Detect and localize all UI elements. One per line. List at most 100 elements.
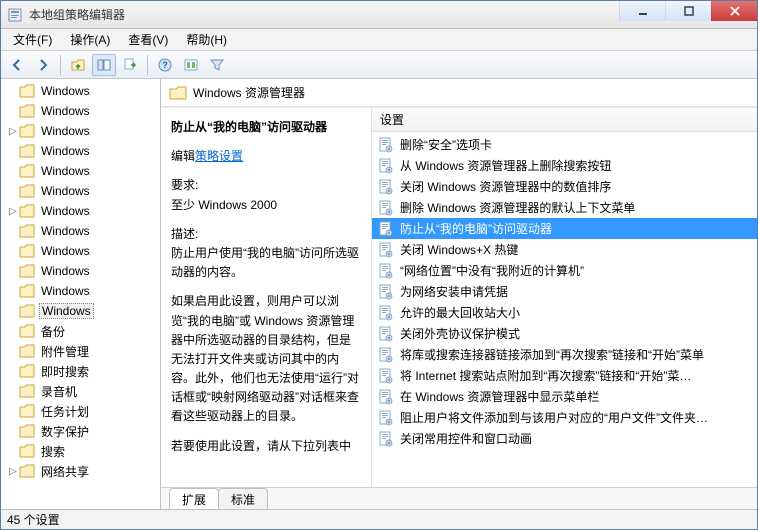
list-item[interactable]: 关闭 Windows+X 热键	[372, 239, 757, 260]
menu-file[interactable]: 文件(F)	[5, 29, 60, 50]
list-item-label: “网络位置”中没有“我附近的计算机”	[400, 262, 584, 279]
back-button[interactable]	[5, 54, 29, 76]
tree-item[interactable]: 备份	[1, 321, 161, 341]
tree-item[interactable]: 搜索	[1, 441, 161, 461]
show-tree-button[interactable]	[92, 54, 116, 76]
horizontal-scrollbar[interactable]	[372, 471, 757, 487]
menu-help[interactable]: 帮助(H)	[178, 29, 235, 50]
list-item[interactable]: 从 Windows 资源管理器上删除搜索按钮	[372, 155, 757, 176]
description-text: 防止用户使用“我的电脑”访问所选驱动器的内容。	[171, 244, 361, 282]
policy-icon	[378, 221, 394, 237]
folder-icon	[19, 124, 35, 138]
tree-item[interactable]: Windows	[1, 181, 161, 201]
tree-item[interactable]: Windows	[1, 81, 161, 101]
tree-item[interactable]: ▷网络共享	[1, 461, 161, 481]
list-item[interactable]: 关闭外壳协议保护模式	[372, 323, 757, 344]
tree-item[interactable]: Windows	[1, 281, 161, 301]
list-item[interactable]: 将 Internet 搜索站点附加到“再次搜索”链接和“开始”菜…	[372, 365, 757, 386]
tree-item-label: 数字保护	[39, 423, 91, 440]
tree-item-label: Windows	[39, 244, 92, 258]
tree-item[interactable]: 数字保护	[1, 421, 161, 441]
tab-extended[interactable]: 扩展	[169, 488, 219, 509]
folder-icon	[19, 324, 35, 338]
policy-icon	[378, 431, 394, 447]
tree-item[interactable]: Windows	[1, 241, 161, 261]
minimize-button[interactable]	[619, 1, 665, 21]
settings-list: 设置 删除“安全”选项卡从 Windows 资源管理器上删除搜索按钮关闭 Win…	[371, 108, 757, 487]
tree-item-label: Windows	[39, 224, 92, 238]
edit-link-row: 编辑策略设置	[171, 147, 361, 166]
list-item[interactable]: 允许的最大回收站大小	[372, 302, 757, 323]
folder-icon	[19, 384, 35, 398]
tree-item[interactable]: ▷Windows	[1, 121, 161, 141]
tree-item[interactable]: 即时搜索	[1, 361, 161, 381]
list-item-label: 关闭常用控件和窗口动画	[400, 430, 532, 447]
folder-icon	[19, 444, 35, 458]
tree-item[interactable]: Windows	[1, 141, 161, 161]
edit-policy-link[interactable]: 策略设置	[195, 149, 243, 163]
list-item[interactable]: 防止从“我的电脑”访问驱动器	[372, 218, 757, 239]
folder-icon	[19, 344, 35, 358]
list-item[interactable]: 删除 Windows 资源管理器的默认上下文菜单	[372, 197, 757, 218]
tree-item-label: 录音机	[39, 383, 79, 400]
policy-icon	[378, 263, 394, 279]
list-item[interactable]: 在 Windows 资源管理器中显示菜单栏	[372, 386, 757, 407]
folder-icon	[19, 464, 35, 478]
split-view: 防止从“我的电脑”访问驱动器 编辑策略设置 要求: 至少 Windows 200…	[161, 107, 757, 487]
tree-item[interactable]: 任务计划	[1, 401, 161, 421]
expand-icon[interactable]: ▷	[7, 206, 19, 217]
export-button[interactable]	[118, 54, 142, 76]
policy-icon	[378, 137, 394, 153]
expand-icon[interactable]: ▷	[7, 126, 19, 137]
folder-icon	[19, 244, 35, 258]
menu-action[interactable]: 操作(A)	[62, 29, 118, 50]
tree-item-label: 搜索	[39, 443, 67, 460]
options-button[interactable]	[179, 54, 203, 76]
description-text-3: 若要使用此设置，请从下拉列表中	[171, 437, 361, 456]
close-button[interactable]	[711, 1, 757, 21]
toolbar-separator	[147, 55, 148, 75]
forward-button[interactable]	[31, 54, 55, 76]
tree-item[interactable]: ▷Windows	[1, 201, 161, 221]
maximize-button[interactable]	[665, 1, 711, 21]
tree-item[interactable]: 附件管理	[1, 341, 161, 361]
tree-pane[interactable]: WindowsWindows▷WindowsWindowsWindowsWind…	[1, 79, 161, 509]
tree-item[interactable]: Windows	[1, 221, 161, 241]
list-item[interactable]: 关闭常用控件和窗口动画	[372, 428, 757, 449]
tab-standard[interactable]: 标准	[218, 488, 268, 509]
list-item[interactable]: “网络位置”中没有“我附近的计算机”	[372, 260, 757, 281]
list-item-label: 阻止用户将文件添加到与该用户对应的“用户文件”文件夹…	[400, 409, 708, 426]
description-section: 描述: 防止用户使用“我的电脑”访问所选驱动器的内容。	[171, 225, 361, 283]
tree-item[interactable]: 录音机	[1, 381, 161, 401]
folder-icon	[19, 364, 35, 378]
list-item-label: 为网络安装申请凭据	[400, 283, 508, 300]
folder-icon	[19, 144, 35, 158]
policy-icon	[378, 368, 394, 384]
list-item[interactable]: 关闭 Windows 资源管理器中的数值排序	[372, 176, 757, 197]
folder-icon	[19, 204, 35, 218]
list-item[interactable]: 删除“安全”选项卡	[372, 134, 757, 155]
list-item[interactable]: 阻止用户将文件添加到与该用户对应的“用户文件”文件夹…	[372, 407, 757, 428]
up-button[interactable]	[66, 54, 90, 76]
list-item-label: 关闭 Windows+X 热键	[400, 241, 518, 258]
list-item-label: 关闭外壳协议保护模式	[400, 325, 520, 342]
policy-icon	[378, 284, 394, 300]
list-item-label: 删除 Windows 资源管理器的默认上下文菜单	[400, 199, 635, 216]
status-text: 45 个设置	[7, 511, 60, 528]
list-item-label: 允许的最大回收站大小	[400, 304, 520, 321]
app-icon	[7, 7, 23, 23]
tree-item[interactable]: Windows	[1, 301, 161, 321]
list-item[interactable]: 为网络安装申请凭据	[372, 281, 757, 302]
menu-view[interactable]: 查看(V)	[120, 29, 176, 50]
requirements-value: 至少 Windows 2000	[171, 196, 361, 215]
folder-icon	[19, 284, 35, 298]
list-column-header[interactable]: 设置	[372, 108, 757, 132]
filter-button[interactable]	[205, 54, 229, 76]
expand-icon[interactable]: ▷	[7, 466, 19, 477]
toolbar-separator	[60, 55, 61, 75]
list-item[interactable]: 将库或搜索连接器链接添加到“再次搜索”链接和“开始”菜单	[372, 344, 757, 365]
tree-item[interactable]: Windows	[1, 261, 161, 281]
tree-item[interactable]: Windows	[1, 101, 161, 121]
help-button[interactable]: ?	[153, 54, 177, 76]
tree-item[interactable]: Windows	[1, 161, 161, 181]
